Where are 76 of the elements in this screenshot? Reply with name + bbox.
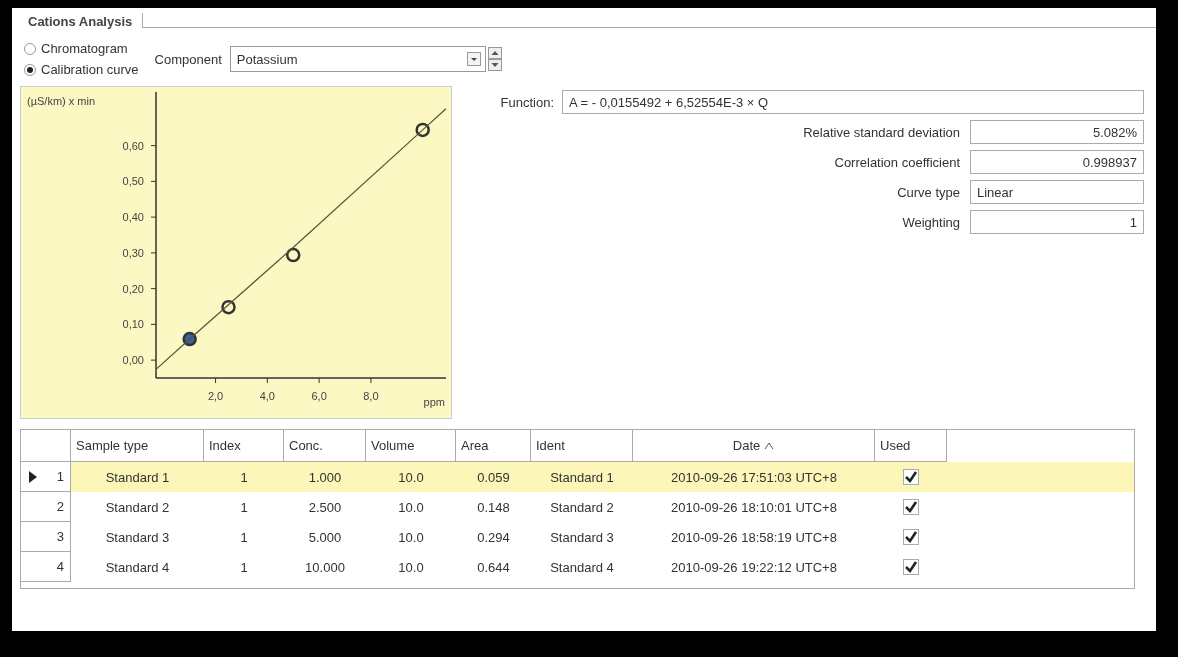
data-point xyxy=(221,299,236,315)
y-tick-label: 0,00 xyxy=(122,354,144,367)
table-cell-text: 10.000 xyxy=(304,558,346,577)
table-cell-text: 10.0 xyxy=(397,468,425,487)
y-tick-label: 0,40 xyxy=(122,211,144,224)
data-point xyxy=(415,122,430,138)
x-tick-label: 6,0 xyxy=(311,390,327,402)
radio-option[interactable]: Calibration curve xyxy=(24,62,139,77)
table-cell-text: Standard 4 xyxy=(104,558,171,577)
table-cell-text: 1 xyxy=(239,468,249,487)
row-number: 2 xyxy=(21,492,71,522)
dropdown-caret-icon xyxy=(466,52,481,66)
table-cell-text: 2.500 xyxy=(307,498,343,517)
table-cell-text: 2010-09-26 17:51:03 UTC+8 xyxy=(670,468,838,487)
table-row[interactable]: 4 Standard 4 1 10.000 10.0 0.644 Standard 4 2010-09-26 19:22:12 UTC+8 xyxy=(21,552,1134,582)
tab-title[interactable]: Cations Analysis xyxy=(20,16,143,28)
function-field[interactable]: A = - 0,0155492 + 6,52554E-3 × Q xyxy=(562,90,1144,114)
y-tick-label: 0,60 xyxy=(122,139,144,152)
table-cell-text: Standard 1 xyxy=(104,468,171,487)
table-cell-text: 0.059 xyxy=(476,468,511,487)
table-cell-text: 10.0 xyxy=(397,498,425,517)
used-checkbox[interactable] xyxy=(903,469,919,485)
radio-option[interactable]: Chromatogram xyxy=(24,41,139,56)
table-cell-text: 2010-09-26 19:22:12 UTC+8 xyxy=(670,558,838,577)
used-checkbox[interactable] xyxy=(903,529,919,545)
stat-field[interactable]: 1 xyxy=(970,210,1144,234)
table-cell-text: 5.000 xyxy=(307,528,343,547)
stat-label: Weighting xyxy=(902,214,960,230)
row-number: 1 xyxy=(21,462,71,492)
table-cell-text: 10.0 xyxy=(397,528,425,547)
table-cell-text: 1 xyxy=(239,558,249,577)
x-tick-label: 2,0 xyxy=(207,390,224,402)
data-point xyxy=(286,247,301,263)
table-cell-text: 0.294 xyxy=(476,528,511,547)
row-pointer-icon xyxy=(29,470,37,483)
table-cell-text: Standard 2 xyxy=(104,498,171,517)
component-dropdown[interactable]: Potassium xyxy=(229,46,486,72)
stat-label: Relative standard deviation xyxy=(803,124,960,140)
x-tick-label: 4,0 xyxy=(259,390,275,402)
table-cell-text: 0.644 xyxy=(476,558,511,577)
stat-label: Curve type xyxy=(897,184,960,200)
table-cell-text: 1 xyxy=(239,528,249,547)
component-label: Component xyxy=(154,51,222,67)
y-tick-label: 0,30 xyxy=(122,246,144,259)
table-cell-text: 1.000 xyxy=(307,468,343,487)
data-point xyxy=(182,331,197,347)
table-cell-text: Standard 2 xyxy=(549,498,615,517)
function-label: Function: xyxy=(499,94,554,110)
table-cell-text: 0.148 xyxy=(476,498,511,517)
y-axis-label: (µS/km) x min xyxy=(27,95,96,107)
used-checkbox[interactable] xyxy=(903,559,919,575)
spinner-arrows-icon[interactable] xyxy=(487,47,502,71)
sort-caret-icon xyxy=(764,441,775,450)
row-number: 4 xyxy=(21,552,71,582)
y-tick-label: 0,10 xyxy=(122,318,144,331)
table-row[interactable]: 1 Standard 1 1 1.000 10.0 0.059 Standard 1 2010-09-26 17:51:03 UTC+8 xyxy=(21,462,1134,492)
x-axis-label: ppm xyxy=(423,396,445,408)
table-row[interactable]: 3 Standard 3 1 5.000 10.0 0.294 Standard 3 2010-09-26 18:58:19 UTC+8 xyxy=(21,522,1134,552)
stat-field[interactable]: Linear xyxy=(970,180,1144,204)
table-cell-text: 10.0 xyxy=(397,558,425,577)
y-tick-label: 0,20 xyxy=(122,282,144,295)
table-cell-text: Standard 4 xyxy=(549,558,615,577)
stat-field[interactable]: 5.082% xyxy=(970,120,1144,144)
stat-label: Correlation coefficient xyxy=(834,154,960,170)
table-cell-text: Standard 3 xyxy=(104,528,171,547)
table-cell-text: 1 xyxy=(239,498,249,517)
table-cell-text: 2010-09-26 18:10:01 UTC+8 xyxy=(670,498,838,517)
y-tick-label: 0,50 xyxy=(122,175,144,188)
x-tick-label: 8,0 xyxy=(363,390,379,402)
used-checkbox[interactable] xyxy=(903,499,919,515)
table-cell-text: Standard 3 xyxy=(549,528,615,547)
row-number: 3 xyxy=(21,522,71,552)
table-cell-text: Standard 1 xyxy=(549,468,615,487)
stat-field[interactable]: 0.998937 xyxy=(970,150,1144,174)
table-cell-text: 2010-09-26 18:58:19 UTC+8 xyxy=(670,528,838,547)
table-row[interactable]: 2 Standard 2 1 2.500 10.0 0.148 Standard 2 2010-09-26 18:10:01 UTC+8 xyxy=(21,492,1134,522)
